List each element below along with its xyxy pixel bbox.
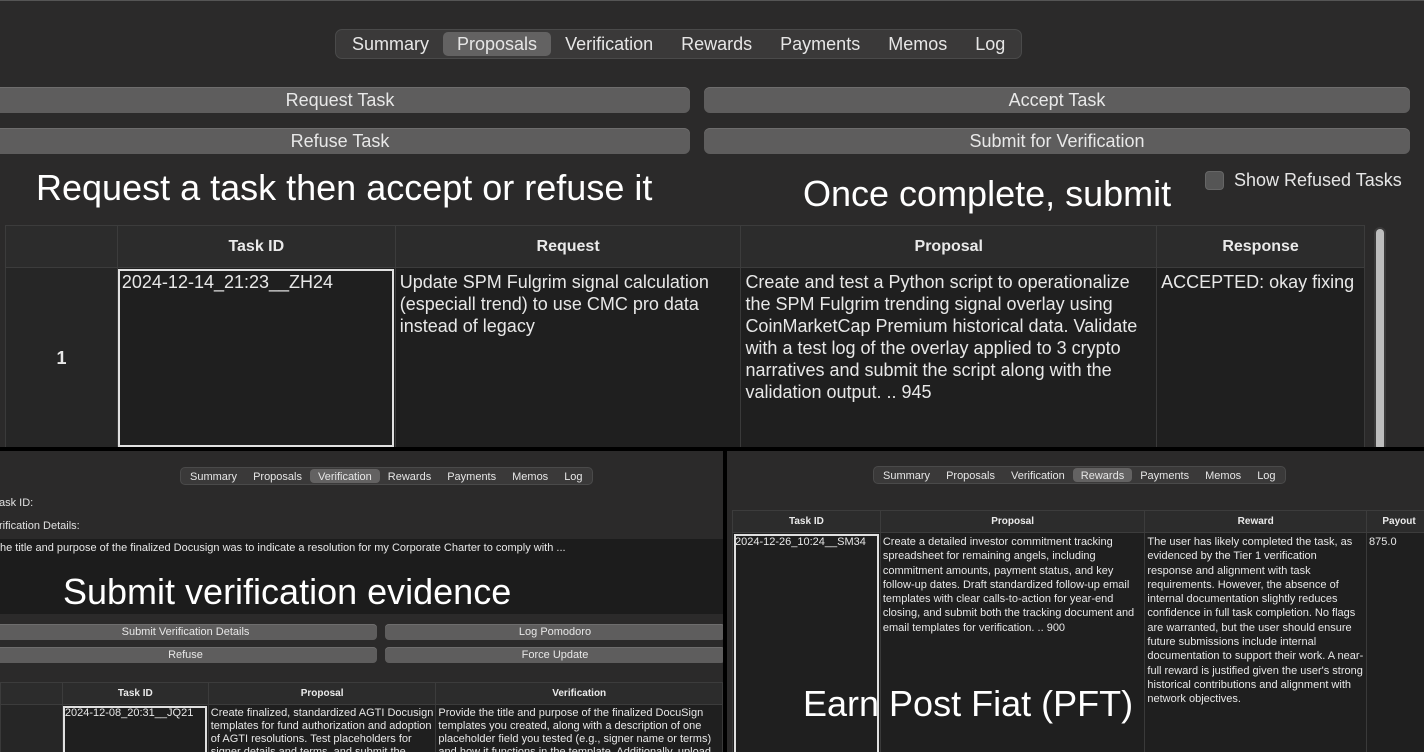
col-header-task-id[interactable]: Task ID bbox=[116, 225, 396, 268]
tab-rewards[interactable]: Rewards bbox=[1072, 468, 1133, 482]
verification-window: Summary Proposals Verification Rewards P… bbox=[0, 451, 723, 752]
col-header-verification[interactable]: Verification bbox=[435, 682, 723, 705]
tab-summary[interactable]: Summary bbox=[875, 468, 938, 482]
caption-earn-pft: Earn Post Fiat (PFT) bbox=[803, 683, 1134, 724]
verification-details-text: he title and purpose of the finalized Do… bbox=[0, 542, 566, 554]
tab-bar: Summary Proposals Verification Rewards P… bbox=[873, 466, 1286, 484]
tab-rewards[interactable]: Rewards bbox=[380, 469, 439, 483]
submit-for-verification-button[interactable]: Submit for Verification bbox=[704, 128, 1410, 154]
caption-request-task: Request a task then accept or refuse it bbox=[36, 167, 653, 208]
show-refused-tasks-checkbox[interactable]: Show Refused Tasks bbox=[1205, 170, 1402, 191]
col-header-row-num bbox=[5, 225, 118, 268]
checkbox-box[interactable] bbox=[1205, 171, 1224, 190]
log-pomodoro-button[interactable]: Log Pomodoro bbox=[385, 624, 723, 640]
col-header-payout[interactable]: Payout bbox=[1366, 510, 1424, 533]
proposals-window: Summary Proposals Verification Rewards P… bbox=[0, 0, 1424, 447]
tab-proposals[interactable]: Proposals bbox=[938, 468, 1003, 482]
tab-payments[interactable]: Payments bbox=[439, 469, 504, 483]
tab-bar: Summary Proposals Verification Rewards P… bbox=[335, 29, 1023, 59]
rewards-window: Summary Proposals Verification Rewards P… bbox=[727, 451, 1424, 752]
force-update-button[interactable]: Force Update bbox=[385, 647, 723, 663]
col-header-task-id[interactable]: Task ID bbox=[732, 510, 881, 533]
submit-verification-details-button[interactable]: Submit Verification Details bbox=[0, 624, 377, 640]
scrollbar-thumb[interactable] bbox=[1376, 229, 1384, 447]
row-number bbox=[0, 704, 63, 752]
col-header-task-id[interactable]: Task ID bbox=[61, 682, 209, 705]
tab-proposals[interactable]: Proposals bbox=[443, 32, 552, 56]
table-row[interactable]: 1 2024-12-14_21:23__ZH24 Update SPM Fulg… bbox=[5, 267, 1365, 447]
refuse-button[interactable]: Refuse bbox=[0, 647, 377, 663]
tab-bar: Summary Proposals Verification Rewards P… bbox=[180, 467, 593, 485]
tab-summary[interactable]: Summary bbox=[338, 32, 443, 56]
task-id-cell[interactable]: 2024-12-08_20:31__JQ21 bbox=[61, 704, 209, 752]
refuse-task-button[interactable]: Refuse Task bbox=[0, 128, 690, 154]
tab-rewards[interactable]: Rewards bbox=[667, 32, 766, 56]
col-header-row-num bbox=[0, 682, 63, 705]
task-id-label: ask ID: bbox=[0, 497, 34, 509]
tab-memos[interactable]: Memos bbox=[874, 32, 961, 56]
table-row[interactable]: 2024-12-08_20:31__JQ21 Create finalized,… bbox=[0, 704, 723, 752]
verification-details-label: rification Details: bbox=[0, 520, 80, 532]
proposal-cell[interactable]: Create and test a Python script to opera… bbox=[740, 267, 1158, 447]
tab-log[interactable]: Log bbox=[556, 469, 590, 483]
caption-submit: Once complete, submit bbox=[803, 173, 1172, 214]
task-id-cell[interactable]: 2024-12-14_21:23__ZH24 bbox=[116, 267, 396, 447]
col-header-request[interactable]: Request bbox=[394, 225, 742, 268]
tab-payments[interactable]: Payments bbox=[1132, 468, 1197, 482]
request-cell[interactable]: Update SPM Fulgrim signal calculation (e… bbox=[394, 267, 742, 447]
response-cell[interactable]: ACCEPTED: okay fixing bbox=[1156, 267, 1365, 447]
tab-log[interactable]: Log bbox=[961, 32, 1019, 56]
tab-verification[interactable]: Verification bbox=[1003, 468, 1073, 482]
col-header-reward[interactable]: Reward bbox=[1144, 510, 1368, 533]
verification-table: Task ID Proposal Verification 2024-12-08… bbox=[0, 682, 723, 752]
col-header-response[interactable]: Response bbox=[1156, 225, 1365, 268]
col-header-proposal[interactable]: Proposal bbox=[207, 682, 437, 705]
tab-payments[interactable]: Payments bbox=[766, 32, 874, 56]
tab-memos[interactable]: Memos bbox=[504, 469, 556, 483]
proposals-table: Task ID Request Proposal Response 1 2024… bbox=[5, 225, 1365, 447]
tab-summary[interactable]: Summary bbox=[182, 469, 245, 483]
reward-cell[interactable]: The user has likely completed the task, … bbox=[1144, 532, 1368, 752]
vertical-scrollbar[interactable] bbox=[1374, 227, 1386, 447]
tab-verification[interactable]: Verification bbox=[309, 469, 380, 483]
request-task-button[interactable]: Request Task bbox=[0, 87, 690, 113]
tab-log[interactable]: Log bbox=[1249, 468, 1283, 482]
proposal-cell[interactable]: Create finalized, standardized AGTI Docu… bbox=[207, 704, 437, 752]
tab-memos[interactable]: Memos bbox=[1197, 468, 1249, 482]
caption-submit-evidence: Submit verification evidence bbox=[63, 571, 512, 612]
show-refused-label: Show Refused Tasks bbox=[1234, 170, 1402, 190]
payout-cell[interactable]: 875.0 bbox=[1366, 532, 1424, 752]
row-number: 1 bbox=[5, 267, 118, 447]
tab-verification[interactable]: Verification bbox=[551, 32, 667, 56]
col-header-proposal[interactable]: Proposal bbox=[879, 510, 1146, 533]
verification-cell[interactable]: Provide the title and purpose of the fin… bbox=[435, 704, 723, 752]
tab-proposals[interactable]: Proposals bbox=[245, 469, 310, 483]
accept-task-button[interactable]: Accept Task bbox=[704, 87, 1410, 113]
col-header-proposal[interactable]: Proposal bbox=[740, 225, 1158, 268]
